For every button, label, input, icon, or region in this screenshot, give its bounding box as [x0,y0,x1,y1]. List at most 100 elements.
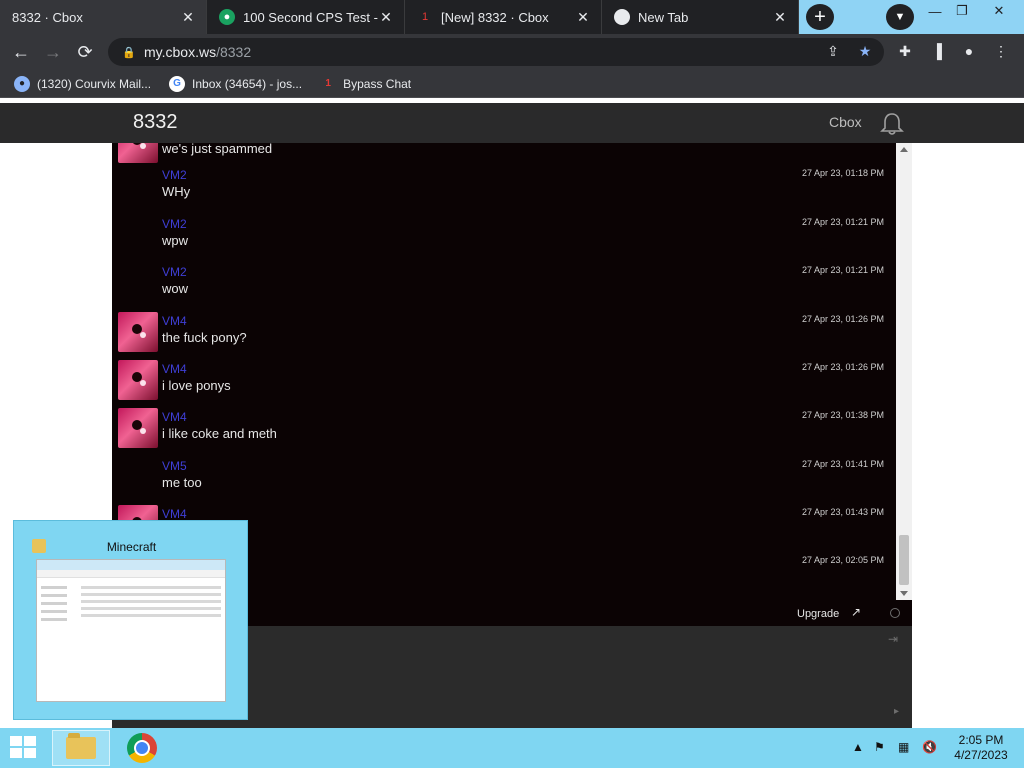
cbox-brand-link[interactable]: Cbox [829,114,862,130]
browser-tab-strip: 8332 · Cbox ✕ ● 100 Second CPS Test - Th… [0,0,1024,34]
tab-badge: 1 [421,11,429,23]
bookmark-inbox[interactable]: G Inbox (34654) - jos... [169,75,303,92]
chat-message: VM4 27 Apr 23, 01:26 PM i love ponys [112,358,896,406]
message-username[interactable]: VM2 [162,168,187,182]
chrome-favicon-icon [614,9,630,25]
chat-message: VM4 27 Apr 23, 01:38 PM i like coke and … [112,406,896,454]
message-username[interactable]: VM4 [162,314,187,328]
preview-title: Minecraft [106,540,157,554]
chat-message: VM2 27 Apr 23, 01:21 PM wpw [112,213,896,261]
tab-cbox-active[interactable]: 8332 · Cbox ✕ [0,0,207,34]
address-host: my.cbox.ws [144,44,217,60]
reload-icon[interactable]: ⟳ [72,40,98,64]
message-text: me too [162,475,202,490]
windows-start-icon[interactable] [10,736,38,760]
cps-test-favicon-icon: ● [219,9,235,25]
lock-icon: 🔒 [122,46,136,59]
message-username[interactable]: VM4 [162,507,187,521]
bookmark-bypass-chat[interactable]: 1 Bypass Chat [320,76,411,92]
chrome-icon [127,733,157,763]
extensions-puzzle-icon[interactable]: ✚ [894,40,916,62]
message-text: wow [162,281,189,296]
side-panel-icon[interactable]: ▐ [926,40,948,62]
tab-title: New Tab [638,9,689,25]
tab-cps-test[interactable]: ● 100 Second CPS Test - Th ✕ [207,0,405,34]
cbox-header: 8332 Cbox [0,103,1024,143]
popout-external-icon[interactable]: ↗ [851,605,861,619]
profile-avatar-icon[interactable]: ● [958,40,980,62]
message-timestamp: 27 Apr 23, 01:21 PM [801,217,884,227]
bookmark-star-icon[interactable]: ★ [854,40,876,62]
close-icon[interactable]: ✕ [772,9,788,25]
scroll-down-arrow-icon[interactable] [900,591,908,596]
close-icon[interactable]: ✕ [378,9,394,25]
status-dot-icon[interactable] [890,608,900,618]
tab-search-chevron-icon[interactable]: ▼ [886,4,914,30]
close-icon[interactable]: ✕ [575,9,591,25]
folder-icon [66,733,96,759]
chat-message: VM4 27 Apr 23, 01:26 PM the fuck pony? [112,310,896,358]
address-path: /8332 [216,44,252,60]
new-tab-plus-icon[interactable]: + [806,4,834,30]
tab-title: 8332 · Cbox [12,9,83,25]
tray-volume-muted-icon[interactable]: 🔇 [922,740,937,754]
tab-new-cbox[interactable]: 1 [New] 8332 · Cbox ✕ [405,0,602,34]
close-window-icon[interactable]: ✕ [982,0,1016,22]
menu-kebab-icon[interactable]: ⋮ [990,40,1012,62]
message-text: i love ponys [162,378,231,393]
share-icon[interactable]: ⇪ [822,40,844,62]
bookmark-courvix-mail[interactable]: ● (1320) Courvix Mail... [14,75,151,92]
user-avatar [118,408,158,448]
restore-icon[interactable]: ❐ [945,0,979,22]
message-timestamp: 27 Apr 23, 02:05 PM [801,555,884,565]
close-icon[interactable]: ✕ [180,9,196,25]
scroll-up-arrow-icon[interactable] [900,147,908,152]
user-avatar [118,360,158,400]
message-timestamp: 27 Apr 23, 01:41 PM [801,459,884,469]
message-timestamp: 27 Apr 23, 01:26 PM [801,362,884,372]
message-username[interactable]: VM5 [162,459,187,473]
taskbar-window-preview[interactable]: Minecraft [13,520,248,720]
login-icon[interactable]: ⇥ [888,632,898,646]
courvix-favicon-icon: ● [14,75,30,92]
expand-caret-icon[interactable]: ▸ [894,706,899,717]
chat-message: VM2 27 Apr 23, 01:21 PM wow [112,261,896,309]
message-username[interactable]: VM2 [162,217,187,231]
forward-arrow-icon[interactable]: → [40,40,66,64]
windows-taskbar: ▲ ⚑ ▦ 🔇 2:05 PM 4/27/2023 [0,728,1024,768]
message-text: the fuck pony? [162,330,247,345]
upgrade-link[interactable]: Upgrade [797,608,839,620]
taskbar-chrome[interactable] [113,730,171,766]
clock-time: 2:05 PM [958,733,1004,747]
taskbar-clock[interactable]: 2:05 PM 4/27/2023 [950,733,1012,763]
scrollbar-thumb[interactable] [899,535,909,585]
preview-window-thumbnail [36,559,226,702]
user-avatar [118,143,158,163]
message-text: wpw [162,233,189,248]
bookmark-label: Inbox (34654) - jos... [192,76,303,91]
message-text: i like coke and meth [162,426,277,441]
back-arrow-icon[interactable]: ← [8,40,34,64]
message-username[interactable]: VM4 [162,362,187,376]
bookmark-badge: 1 [325,78,331,89]
notification-bell-icon[interactable] [879,111,905,137]
message-username[interactable]: VM2 [162,265,187,279]
address-bar[interactable]: 🔒 my.cbox.ws/8332 [108,38,884,66]
tab-title: 100 Second CPS Test - Th [243,9,378,25]
google-favicon-icon: G [169,75,186,92]
bookmarks-bar: ● (1320) Courvix Mail... G Inbox (34654)… [0,70,1024,98]
tab-title: [New] 8332 · Cbox [441,9,549,25]
tray-network-icon[interactable]: ▦ [898,740,909,754]
message-username[interactable]: VM4 [162,410,187,424]
tab-new-tab[interactable]: New Tab ✕ [602,0,799,34]
message-timestamp: 27 Apr 23, 01:21 PM [801,265,884,275]
tray-overflow-icon[interactable]: ▲ [852,740,864,754]
chat-scrollbar[interactable] [896,143,912,600]
tray-clock-icon[interactable]: ⚑ [874,740,885,754]
taskbar-file-explorer[interactable] [52,730,110,766]
message-timestamp: 27 Apr 23, 01:18 PM [801,168,884,178]
chat-message: VM5 27 Apr 23, 01:41 PM me too [112,455,896,503]
message-text: we's just spammed [162,143,273,156]
page-title: 8332 [133,111,178,133]
bookmark-label: Bypass Chat [343,76,412,91]
